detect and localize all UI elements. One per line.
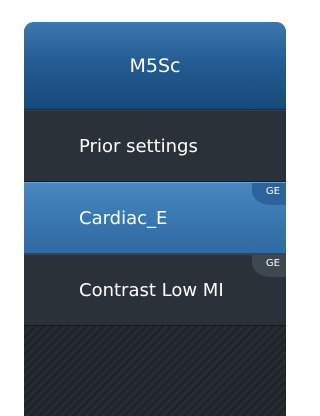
preset-label: Cardiac_E: [79, 207, 168, 229]
preset-item-prior-settings[interactable]: Prior settings: [24, 110, 286, 182]
preset-item-cardiac-e[interactable]: Cardiac_E GE: [24, 182, 286, 254]
probe-header[interactable]: M5Sc: [24, 22, 286, 110]
probe-name: M5Sc: [129, 54, 181, 77]
empty-list-area: [24, 326, 286, 416]
ge-badge: GE: [252, 183, 286, 205]
preset-item-contrast-low-mi[interactable]: Contrast Low MI GE: [24, 254, 286, 326]
preset-label: Contrast Low MI: [79, 279, 224, 301]
preset-label: Prior settings: [79, 135, 198, 157]
preset-panel: M5Sc Prior settings Cardiac_E GE Contras…: [24, 22, 286, 416]
ge-badge: GE: [252, 255, 286, 277]
